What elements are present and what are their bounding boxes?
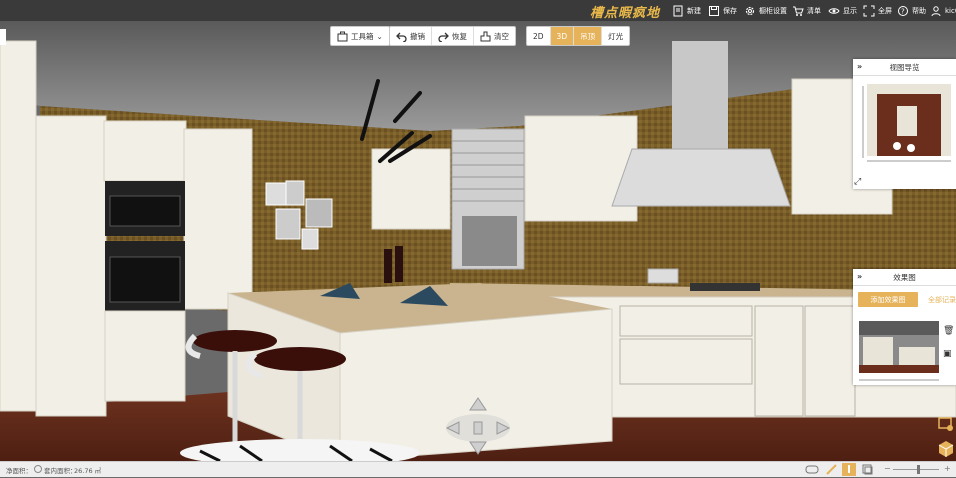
- mode-2d-button[interactable]: 2D: [527, 27, 551, 45]
- view-navigator-title: 视图导览: [889, 62, 920, 72]
- collapse-icon[interactable]: »: [857, 272, 862, 281]
- fullscreen-icon: [863, 5, 875, 16]
- camera-navigation-pad[interactable]: [443, 396, 513, 456]
- indoor-area-label: 套内面积：: [44, 467, 77, 475]
- top-menu-bar: 槽点暇疯地 新建 保存 橱柜设置 清单 显示 全屏 ? 帮助 kic00: [0, 0, 956, 21]
- help-label: 帮助: [912, 6, 926, 15]
- undo-icon: [396, 32, 407, 42]
- clear-button[interactable]: 清空: [474, 27, 515, 45]
- zoom-slider-track[interactable]: [893, 469, 939, 470]
- user-menu[interactable]: kic00: [930, 3, 956, 18]
- chevron-down-icon: ⌄: [376, 31, 383, 41]
- save-icon: [709, 5, 719, 16]
- help-button[interactable]: ? 帮助: [897, 3, 926, 18]
- indoor-area-value: 26.76 ㎡: [74, 467, 102, 475]
- undo-button[interactable]: 撤销: [390, 27, 432, 45]
- measure-tool-icon[interactable]: [826, 464, 837, 475]
- status-dot-icon: [34, 465, 42, 473]
- eye-icon: [828, 7, 840, 14]
- save-label: 保存: [723, 6, 737, 15]
- redo-label: 恢复: [452, 31, 467, 41]
- view-navigator-header: » 视图导览: [853, 59, 956, 76]
- net-area-label: 净面积：: [6, 467, 32, 475]
- app-logo: 槽点暇疯地: [590, 6, 661, 21]
- thumbnail-scrollbar[interactable]: [859, 379, 939, 381]
- list-button[interactable]: 清单: [792, 3, 821, 18]
- effects-panel-header: » 效果图: [853, 269, 956, 286]
- toggle-view-icon[interactable]: [805, 464, 819, 475]
- kitchen-3d-render: [0, 21, 956, 461]
- display-label: 显示: [843, 6, 857, 15]
- view-navigator-panel: » 视图导览 ⤢: [853, 59, 956, 189]
- clear-label: 清空: [494, 31, 509, 41]
- edit-actions-group: 撤销 恢复 清空: [389, 26, 516, 46]
- trash-icon[interactable]: 🗑: [943, 326, 954, 336]
- cube-tool-icon[interactable]: [936, 439, 956, 459]
- cabinet-settings-button[interactable]: 橱柜设置: [744, 3, 787, 18]
- redo-button[interactable]: 恢复: [432, 27, 474, 45]
- help-icon: ?: [898, 5, 908, 16]
- status-bar: 净面积： 套内面积： 26.76 ㎡ − +: [0, 461, 956, 477]
- collapse-icon[interactable]: »: [857, 62, 862, 71]
- toolbox-group: 工具箱 ⌄: [330, 26, 390, 46]
- username-label: kic00: [945, 6, 956, 15]
- lighting-button[interactable]: 灯光: [602, 27, 629, 45]
- toolbox-dropdown[interactable]: 工具箱 ⌄: [331, 27, 389, 45]
- expand-icon: ⤢: [853, 177, 861, 187]
- layers-icon[interactable]: [862, 464, 873, 475]
- fullscreen-label: 全屏: [878, 6, 892, 15]
- save-render-icon[interactable]: ▣: [943, 349, 952, 359]
- redo-icon: [438, 32, 449, 42]
- toolbox-label: 工具箱: [351, 31, 374, 41]
- floorplan-minimap[interactable]: ⤢: [853, 76, 956, 188]
- zoom-in-icon[interactable]: +: [944, 464, 951, 473]
- left-panel-toggle[interactable]: [0, 29, 6, 45]
- zoom-out-icon[interactable]: −: [884, 464, 891, 473]
- view-mode-group: 2D 3D 吊顶 灯光: [526, 26, 631, 46]
- new-label: 新建: [687, 6, 701, 15]
- cabinet-settings-label: 橱柜设置: [759, 6, 787, 15]
- new-button[interactable]: 新建: [672, 3, 701, 18]
- all-records-link[interactable]: 全部记录: [928, 295, 956, 305]
- mode-3d-button[interactable]: 3D: [550, 27, 575, 45]
- save-button[interactable]: 保存: [708, 3, 737, 18]
- clear-icon: [480, 31, 491, 41]
- light-tool-icon[interactable]: [842, 463, 856, 476]
- toolbox-icon: [337, 31, 348, 41]
- ceiling-button[interactable]: 吊顶: [574, 27, 603, 45]
- camera-tool-icon[interactable]: [936, 414, 956, 434]
- effects-panel: » 效果图 添加效果图 全部记录 🗑 ▣: [853, 269, 956, 385]
- new-file-icon: [673, 5, 683, 16]
- user-icon: [931, 5, 941, 16]
- fullscreen-button[interactable]: 全屏: [863, 3, 892, 18]
- effects-panel-title: 效果图: [893, 272, 916, 282]
- zoom-slider-handle[interactable]: [917, 465, 920, 474]
- gear-icon: [745, 6, 755, 15]
- display-button[interactable]: 显示: [828, 3, 857, 18]
- 3d-viewport[interactable]: 工具箱 ⌄ 撤销 恢复 清空 2D 3D 吊顶 灯光 » 视图导览 ⤢ » 效果…: [0, 21, 956, 461]
- cart-icon: [793, 6, 804, 16]
- undo-label: 撤销: [410, 31, 425, 41]
- add-render-button[interactable]: 添加效果图: [858, 292, 918, 307]
- render-thumbnail[interactable]: [859, 321, 939, 373]
- svg-text:?: ?: [901, 7, 905, 15]
- list-label: 清单: [807, 6, 821, 15]
